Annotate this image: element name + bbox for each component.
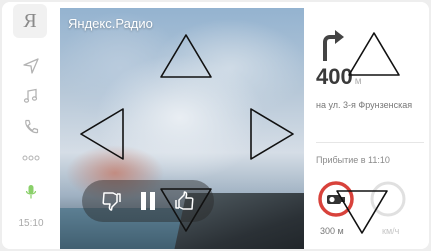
phone-icon[interactable]: [19, 115, 43, 139]
arrow-left-icon[interactable]: [78, 106, 126, 162]
yandex-logo-button[interactable]: Я: [13, 4, 47, 38]
pause-icon: [140, 192, 155, 210]
arrow-down-icon[interactable]: [158, 186, 214, 234]
clock-time: 15:10: [18, 218, 44, 229]
arrow-up-icon[interactable]: [158, 32, 214, 80]
radio-title: Яндекс.Радио: [68, 16, 153, 31]
more-icon[interactable]: [19, 146, 43, 170]
divider: [316, 142, 424, 143]
thumb-down-icon: [102, 192, 121, 211]
turn-right-icon: [323, 30, 344, 61]
street-name: на ул. 3-я Фрунзенская: [316, 100, 413, 110]
left-rail: Я 15:10: [2, 2, 60, 249]
music-icon[interactable]: [19, 84, 43, 108]
arrow-right-icon[interactable]: [248, 106, 296, 162]
yandex-logo-letter: Я: [23, 9, 37, 32]
arrival-time: Прибытие в 11:10: [316, 155, 390, 165]
nav-arrow-up-icon[interactable]: [346, 30, 402, 78]
microphone-icon[interactable]: [19, 180, 43, 204]
nav-arrow-down-icon[interactable]: [334, 188, 390, 236]
navigation-icon[interactable]: [19, 54, 43, 78]
car-display: Я 15:10 Яндекс.Радио 400 м на ул. 3-я Фр…: [2, 2, 429, 249]
dislike-button[interactable]: [96, 186, 126, 216]
